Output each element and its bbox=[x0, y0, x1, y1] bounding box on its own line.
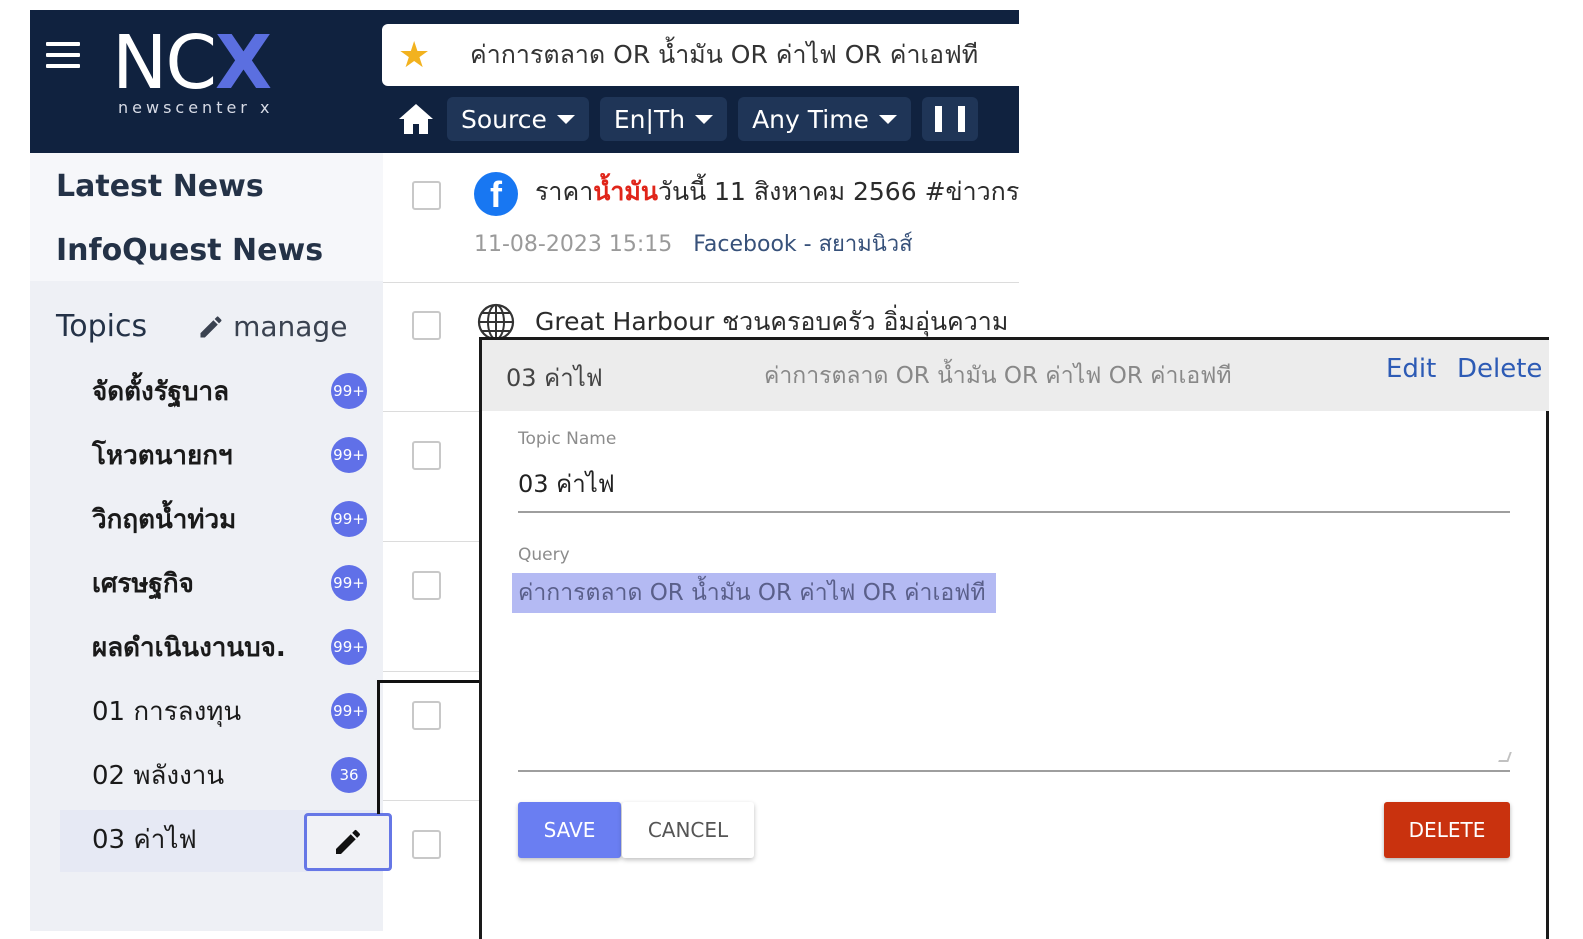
topic-count-badge: 99+ bbox=[331, 501, 367, 537]
news-checkbox[interactable] bbox=[412, 571, 441, 600]
annotation-arrow bbox=[377, 680, 380, 814]
logo-text: NC bbox=[112, 20, 217, 106]
manage-label: manage bbox=[233, 310, 348, 343]
facebook-icon: f bbox=[474, 172, 518, 216]
time-filter-button[interactable]: Any Time bbox=[738, 97, 911, 141]
topic-item[interactable]: 02 พลังงาน 36 bbox=[92, 752, 369, 798]
query-textarea[interactable]: ค่าการตลาด OR น้ำมัน OR ค่าไฟ OR ค่าเอฟท… bbox=[512, 573, 996, 613]
language-filter-label: En|Th bbox=[613, 104, 686, 134]
topic-name-input[interactable]: 03 ค่าไฟ bbox=[518, 464, 615, 503]
cancel-button[interactable]: CANCEL bbox=[622, 802, 754, 858]
news-checkbox[interactable] bbox=[412, 441, 441, 470]
logo-subtitle: newscenter x bbox=[118, 98, 274, 117]
keyword-highlight: น้ำมัน bbox=[593, 177, 658, 206]
latest-news-link[interactable]: Latest News bbox=[56, 169, 264, 204]
app-header: NCX newscenter x ★ ค่าการตลาด OR น้ำมัน … bbox=[30, 10, 1019, 153]
topic-label: วิกฤตน้ำท่วม bbox=[92, 504, 237, 535]
topics-header: Topics manage bbox=[56, 309, 366, 344]
topic-item[interactable]: โหวตนายกฯ 99+ bbox=[92, 432, 369, 478]
language-filter-button[interactable]: En|Th bbox=[599, 97, 728, 141]
topic-count-badge: 99+ bbox=[331, 437, 367, 473]
topic-name-underline bbox=[518, 511, 1510, 513]
time-filter-label: Any Time bbox=[752, 104, 869, 134]
news-title[interactable]: Great Harbour ชวนครอบครัว อิ่มอุ่นความ bbox=[535, 302, 1019, 342]
logo-accent: X bbox=[215, 20, 272, 106]
edit-topic-dialog: 03 ค่าไฟ ค่าการตลาด OR น้ำมัน OR ค่าไฟ O… bbox=[479, 337, 1549, 939]
query-underline bbox=[518, 770, 1510, 772]
dialog-header: 03 ค่าไฟ ค่าการตลาด OR น้ำมัน OR ค่าไฟ O… bbox=[482, 340, 1549, 411]
row-divider bbox=[383, 282, 1019, 283]
topic-item[interactable]: วิกฤตน้ำท่วม 99+ bbox=[92, 496, 369, 542]
news-checkbox[interactable] bbox=[412, 181, 441, 210]
topic-item[interactable]: เศรษฐกิจ 99+ bbox=[92, 560, 369, 606]
query-label: Query bbox=[518, 545, 570, 565]
news-title[interactable]: ราคาน้ำมันวันนี้ 11 สิงหาคม 2566 #ข่าวกร bbox=[535, 172, 1019, 212]
news-source[interactable]: Facebook - สยามนิวส์ bbox=[693, 232, 912, 257]
news-meta: 11-08-2023 15:15 Facebook - สยามนิวส์ bbox=[474, 226, 913, 261]
topics-label: Topics bbox=[56, 309, 148, 344]
topic-label: เศรษฐกิจ bbox=[92, 568, 194, 599]
dialog-topic-name: 03 ค่าไฟ bbox=[506, 364, 603, 392]
save-button[interactable]: SAVE bbox=[518, 802, 621, 858]
topic-count-badge: 36 bbox=[331, 757, 367, 793]
search-bar[interactable]: ★ ค่าการตลาด OR น้ำมัน OR ค่าไฟ OR ค่าเอ… bbox=[382, 24, 1019, 86]
logo[interactable]: NCX newscenter x bbox=[112, 20, 292, 117]
dialog-topic-query: ค่าการตลาด OR น้ำมัน OR ค่าไฟ OR ค่าเอฟท… bbox=[764, 363, 1232, 389]
edit-link[interactable]: Edit bbox=[1386, 354, 1436, 384]
pencil-icon bbox=[200, 315, 222, 337]
globe-icon bbox=[477, 303, 515, 341]
infoquest-news-link[interactable]: InfoQuest News bbox=[56, 233, 323, 268]
source-filter-button[interactable]: Source bbox=[447, 97, 589, 141]
caret-down-icon bbox=[878, 114, 897, 124]
manage-topics-button[interactable]: manage bbox=[197, 310, 347, 343]
news-checkbox[interactable] bbox=[412, 830, 441, 859]
topic-item[interactable]: 01 การลงทุน 99+ bbox=[92, 688, 369, 734]
topic-label: จัดตั้งรัฐบาล bbox=[92, 376, 230, 407]
news-checkbox[interactable] bbox=[412, 701, 441, 730]
star-icon[interactable]: ★ bbox=[398, 35, 442, 76]
hamburger-icon[interactable] bbox=[46, 42, 80, 68]
topic-label: โหวตนายกฯ bbox=[92, 440, 233, 471]
topic-count-badge: 99+ bbox=[331, 629, 367, 665]
caret-down-icon bbox=[695, 114, 714, 124]
topic-name-label: Topic Name bbox=[518, 429, 617, 449]
topic-count-badge: 99+ bbox=[331, 693, 367, 729]
edit-topic-button[interactable] bbox=[304, 813, 392, 871]
delete-link[interactable]: Delete bbox=[1457, 354, 1542, 384]
caret-down-icon bbox=[556, 114, 575, 124]
topic-label: 01 การลงทุน bbox=[92, 696, 242, 727]
filter-toolbar: Source En|Th Any Time bbox=[396, 97, 978, 141]
topic-item[interactable]: ผลดำเนินงานบจ. 99+ bbox=[92, 624, 369, 670]
search-input[interactable]: ค่าการตลาด OR น้ำมัน OR ค่าไฟ OR ค่าเอฟท… bbox=[470, 35, 978, 75]
topic-label: 02 พลังงาน bbox=[92, 760, 225, 791]
pause-icon bbox=[934, 106, 942, 132]
topic-label: 03 ค่าไฟ bbox=[92, 824, 197, 855]
news-checkbox[interactable] bbox=[412, 311, 441, 340]
pause-button[interactable] bbox=[921, 97, 978, 141]
source-filter-label: Source bbox=[461, 104, 547, 134]
topic-item[interactable]: จัดตั้งรัฐบาล 99+ bbox=[92, 368, 369, 414]
topic-label: ผลดำเนินงานบจ. bbox=[92, 632, 286, 663]
topic-count-badge: 99+ bbox=[331, 565, 367, 601]
home-icon[interactable] bbox=[396, 99, 436, 139]
delete-button[interactable]: DELETE bbox=[1384, 802, 1510, 858]
news-time: 15:15 bbox=[608, 232, 673, 257]
topic-count-badge: 99+ bbox=[331, 373, 367, 409]
resize-handle[interactable] bbox=[1498, 752, 1512, 762]
pencil-icon bbox=[336, 829, 361, 854]
news-date: 11-08-2023 bbox=[474, 232, 602, 257]
